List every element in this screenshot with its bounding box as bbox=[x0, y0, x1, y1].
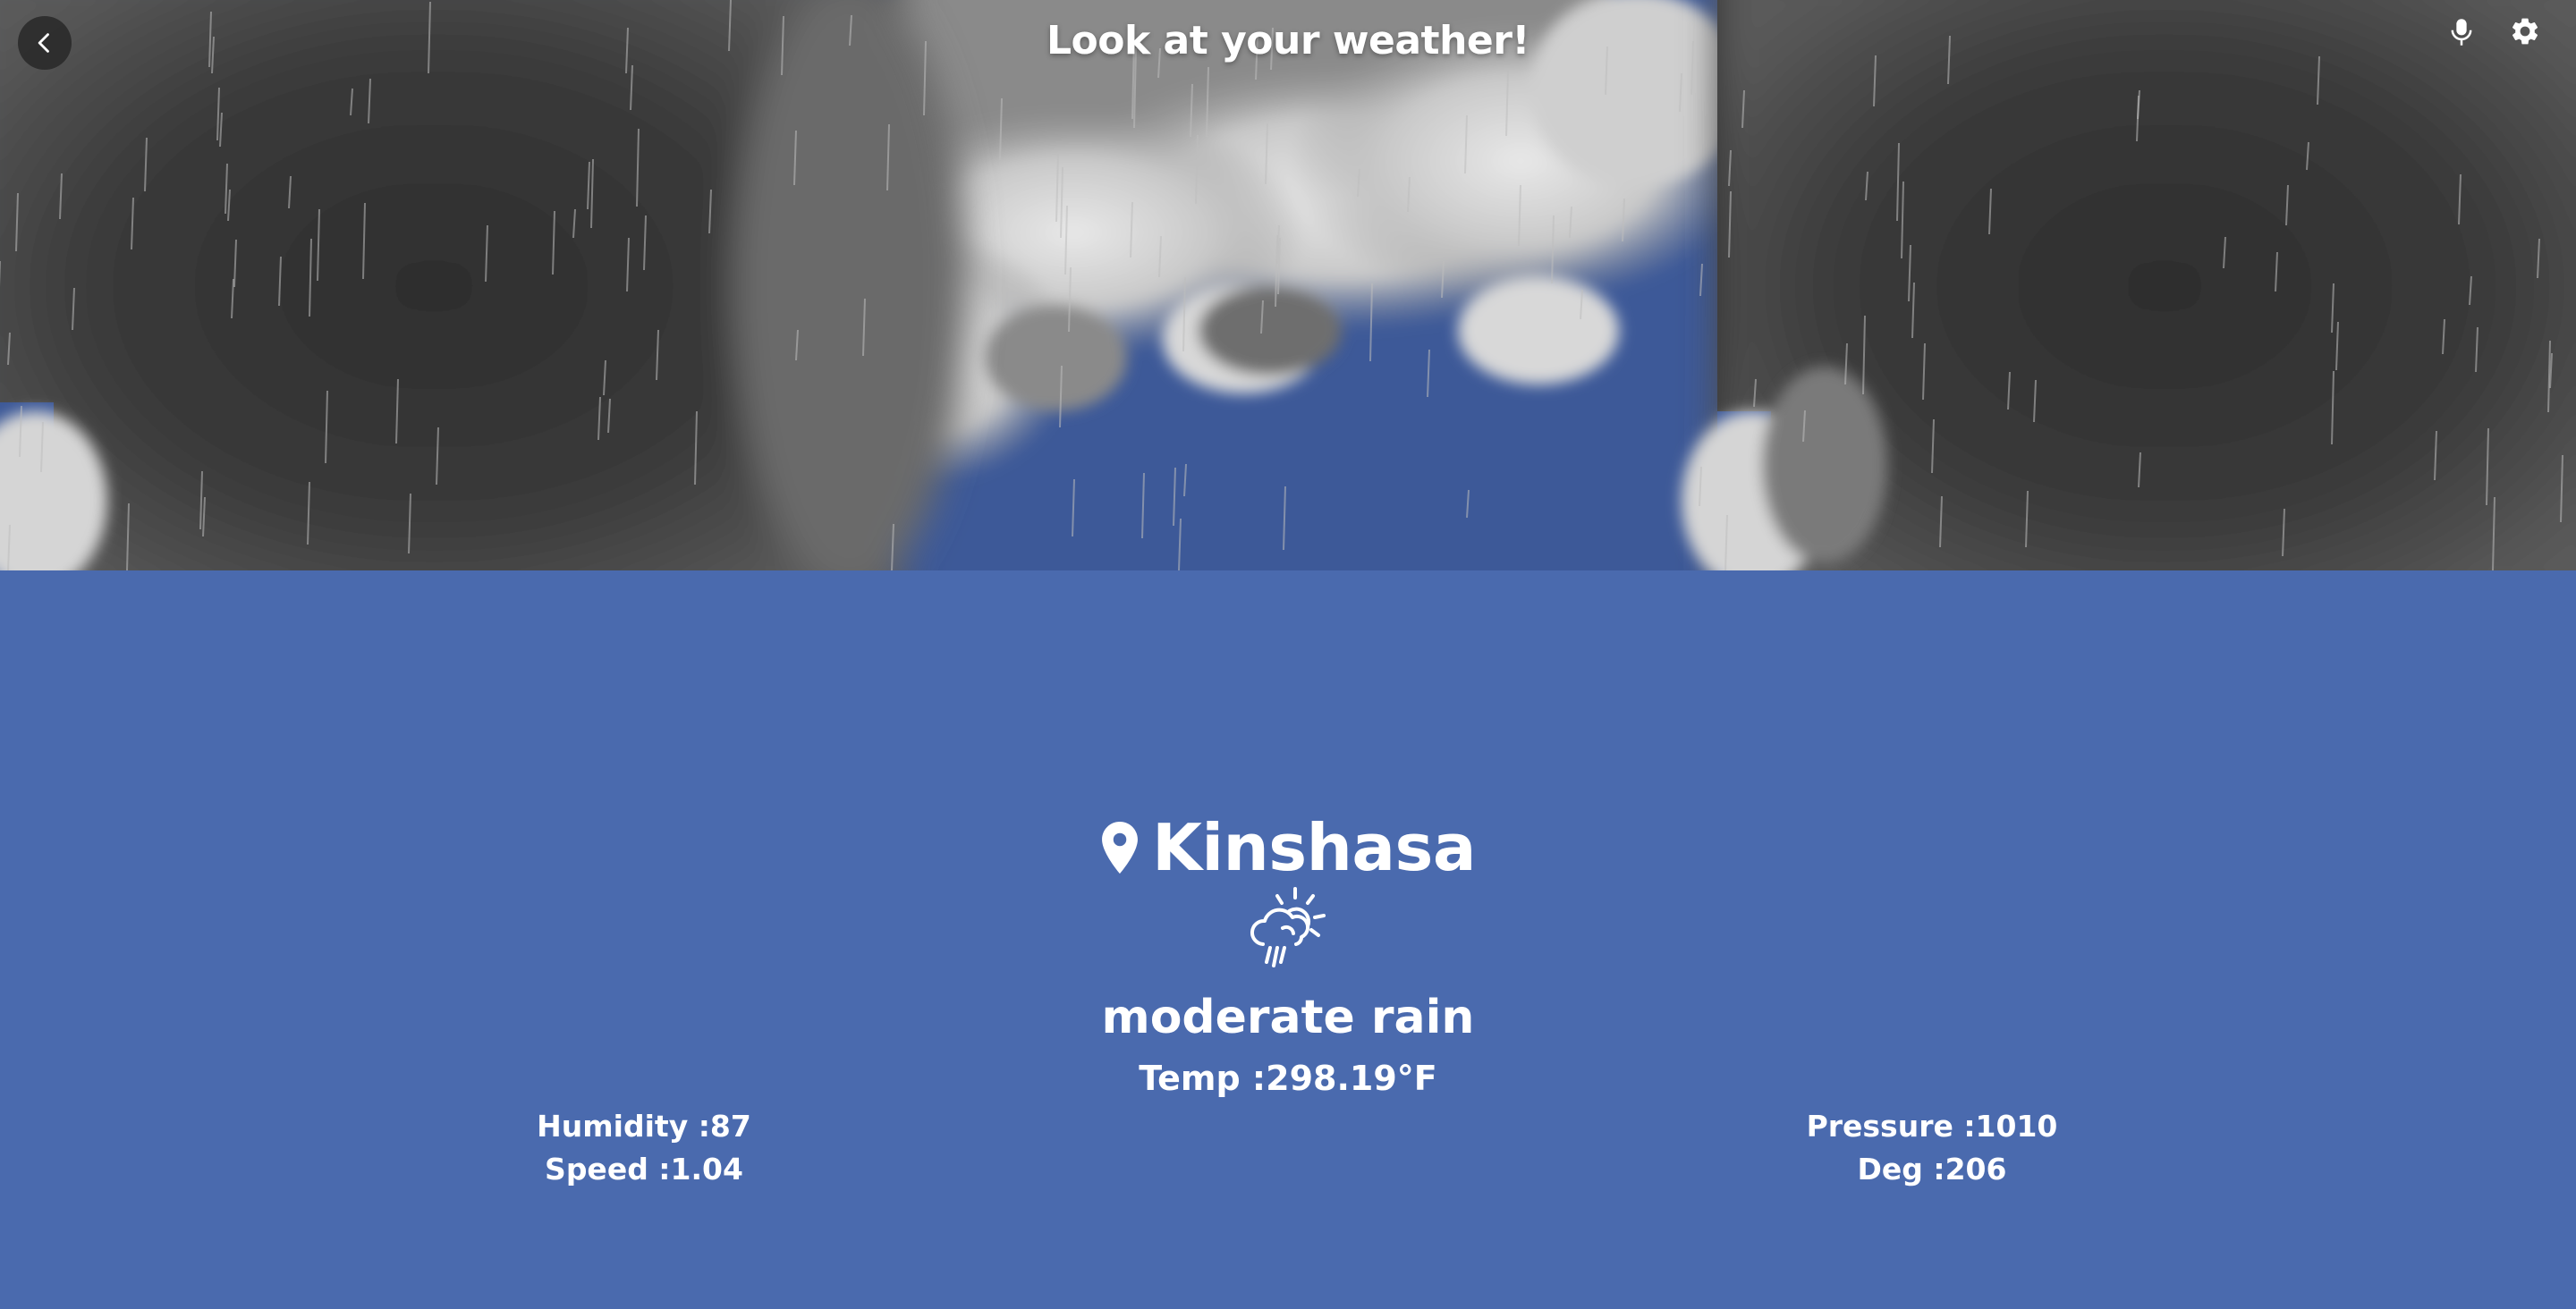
page-title: Look at your weather! bbox=[1046, 18, 1530, 63]
rain-cloud-background bbox=[0, 0, 2576, 570]
weather-condition: moderate rain bbox=[1101, 991, 1475, 1044]
gear-icon bbox=[2512, 18, 2538, 45]
humidity-stat: Humidity :87 bbox=[420, 1105, 868, 1148]
temperature: Temp :298.19°F bbox=[0, 1059, 2576, 1098]
map-pin-icon bbox=[1102, 822, 1138, 874]
speed-stat: Speed :1.04 bbox=[420, 1148, 868, 1191]
deg-label: Deg : bbox=[1857, 1152, 1945, 1187]
mic-button[interactable] bbox=[2442, 13, 2481, 52]
pressure-label: Pressure : bbox=[1806, 1109, 1976, 1144]
humidity-label: Humidity : bbox=[537, 1109, 710, 1144]
deg-stat: Deg :206 bbox=[1708, 1148, 2156, 1191]
pressure-value: 1010 bbox=[1975, 1109, 2058, 1144]
stats-right: Pressure :1010 Deg :206 bbox=[1708, 1105, 2156, 1191]
settings-button[interactable] bbox=[2503, 9, 2547, 54]
pressure-stat: Pressure :1010 bbox=[1708, 1105, 2156, 1148]
temp-label: Temp : bbox=[1139, 1059, 1267, 1098]
humidity-value: 87 bbox=[709, 1109, 751, 1144]
location-row: Kinshasa bbox=[0, 810, 2576, 885]
deg-value: 206 bbox=[1945, 1152, 2007, 1187]
temp-value: 298.19 bbox=[1266, 1059, 1397, 1098]
weather-banner: Look at your weather! bbox=[0, 0, 2576, 570]
chevron-left-icon bbox=[38, 33, 49, 53]
temp-unit: °F bbox=[1396, 1059, 1437, 1098]
back-button[interactable] bbox=[18, 16, 72, 70]
mic-icon bbox=[2451, 19, 2472, 46]
stats-left: Humidity :87 Speed :1.04 bbox=[420, 1105, 868, 1191]
cloud-rain-sun-icon bbox=[1250, 887, 1326, 967]
weather-panel: Kinshasa moderate rain Temp :298.19°F Hu… bbox=[0, 570, 2576, 1309]
speed-value: 1.04 bbox=[670, 1152, 743, 1187]
city-name: Kinshasa bbox=[1152, 810, 1476, 885]
speed-label: Speed : bbox=[545, 1152, 671, 1187]
